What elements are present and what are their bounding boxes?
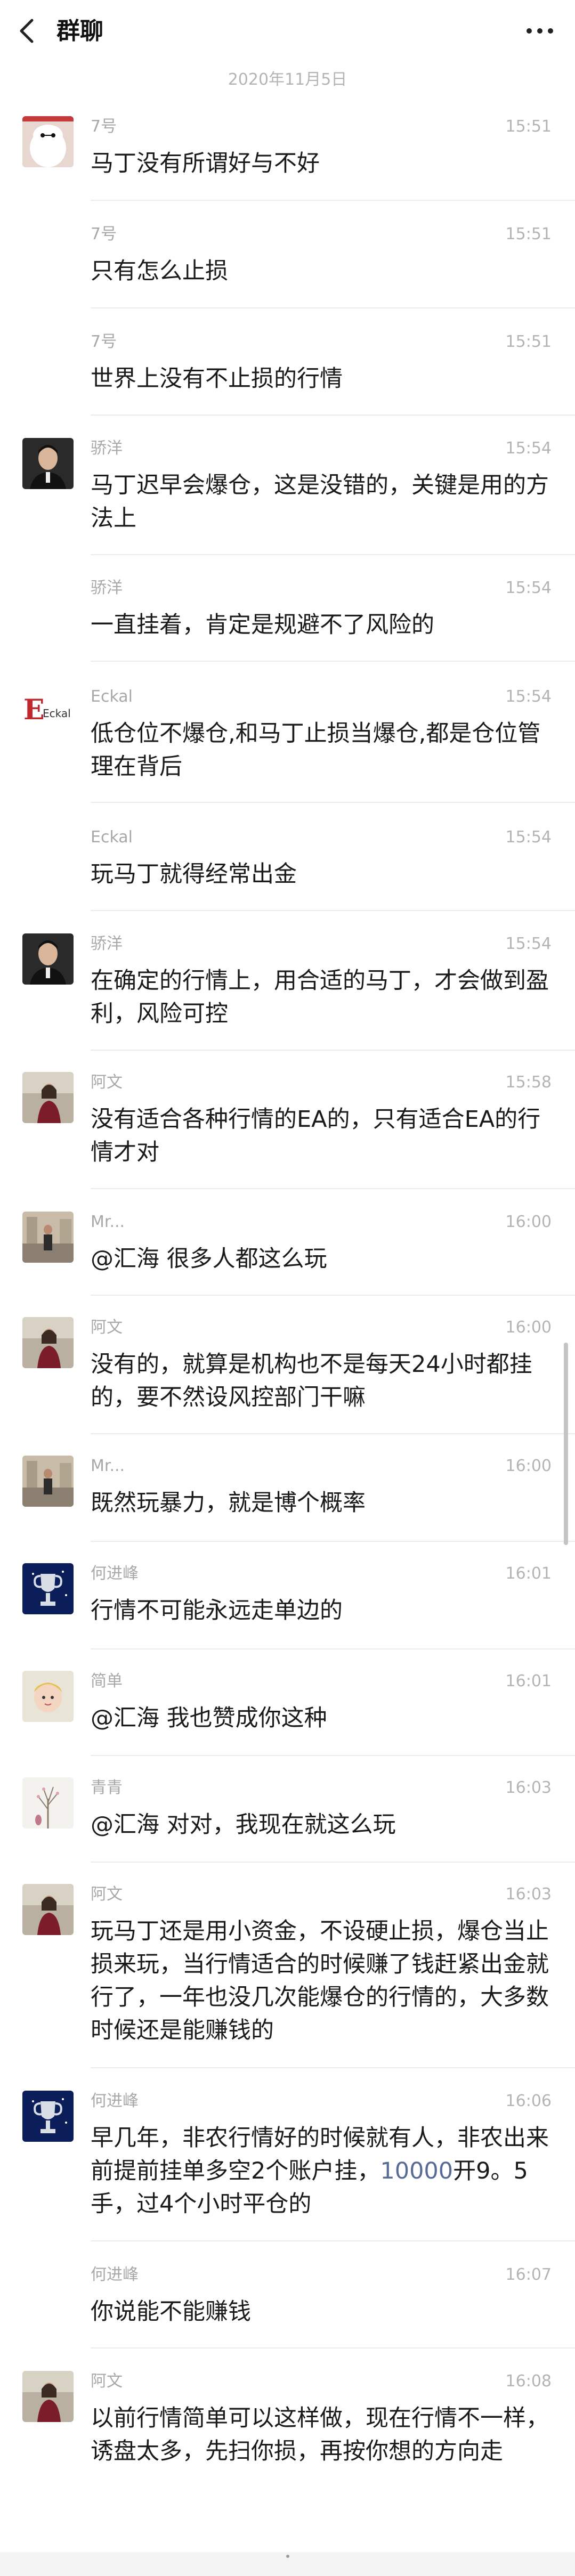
message-time: 16:01 — [505, 1672, 552, 1691]
message-time: 15:54 — [505, 934, 552, 953]
message-text[interactable]: 没有适合各种行情的EA的，只有适合EA的行情才对 — [91, 1103, 552, 1169]
message-text[interactable]: 马丁迟早会爆仓，这是没错的，关键是用的方法上 — [91, 469, 552, 535]
woman-photo-avatar[interactable] — [22, 1072, 74, 1123]
woman-photo-avatar[interactable] — [22, 1317, 74, 1368]
tree-photo-avatar[interactable] — [22, 1777, 74, 1829]
divider — [91, 1050, 575, 1051]
trophy-avatar[interactable] — [22, 1563, 74, 1614]
street-photo-avatar[interactable] — [22, 1456, 74, 1507]
man-portrait-avatar[interactable] — [22, 438, 74, 489]
message-text[interactable]: @汇海 很多人都这么玩 — [91, 1242, 552, 1275]
divider — [91, 1648, 575, 1649]
message-time: 15:54 — [505, 828, 552, 847]
sender-name: 阿文 — [91, 1073, 123, 1092]
message-time: 16:06 — [505, 2092, 552, 2110]
logo-text: Eckal — [43, 707, 71, 720]
divider — [91, 2347, 575, 2349]
message-time: 16:08 — [505, 2372, 552, 2391]
man-portrait-avatar[interactable] — [22, 933, 74, 985]
message-time: 15:51 — [505, 225, 552, 243]
sender-name: 简单 — [91, 1672, 123, 1691]
message-text[interactable]: 没有的，就算是机构也不是每天24小时都挂的，要不然设风控部门干嘛 — [91, 1348, 552, 1414]
message-text[interactable]: 低仓位不爆仓,和马丁止损当爆仓,都是仓位管理在背后 — [91, 717, 552, 783]
message-time: 15:58 — [505, 1073, 552, 1092]
sender-name: Eckal — [91, 828, 133, 847]
sender-name: 何进峰 — [91, 1564, 139, 1583]
sender-name: 骄洋 — [91, 934, 123, 953]
sender-name: 7号 — [91, 225, 117, 243]
sender-name: Mr... — [91, 1457, 125, 1475]
sender-name: 骄洋 — [91, 579, 123, 597]
back-arrow-icon[interactable] — [17, 17, 38, 45]
baby-photo-avatar[interactable] — [22, 1671, 74, 1722]
sender-name: 7号 — [91, 332, 117, 351]
sender-name: 何进峰 — [91, 2265, 139, 2284]
message-time: 15:51 — [505, 332, 552, 351]
sender-name: Mr... — [91, 1213, 125, 1231]
message-text[interactable]: @汇海 对对，我现在就这么玩 — [91, 1808, 552, 1841]
divider — [91, 2240, 575, 2241]
divider — [91, 307, 575, 308]
message-text[interactable]: 马丁没有所谓好与不好 — [91, 147, 552, 180]
message-time: 16:00 — [505, 1457, 552, 1475]
woman-photo-avatar[interactable] — [22, 2371, 74, 2422]
divider — [91, 1188, 575, 1189]
message-time: 16:07 — [505, 2265, 552, 2284]
street-photo-avatar[interactable] — [22, 1212, 74, 1263]
scrollbar-thumb[interactable] — [564, 1343, 568, 1545]
sender-name: 何进峰 — [91, 2092, 139, 2110]
divider — [91, 1433, 575, 1434]
date-separator: 2020年11月5日 — [228, 70, 347, 89]
message-time: 15:54 — [505, 579, 552, 597]
sender-name: 骄洋 — [91, 439, 123, 458]
divider — [91, 415, 575, 416]
message-time: 16:00 — [505, 1213, 552, 1231]
message-time: 16:03 — [505, 1885, 552, 1904]
divider — [91, 200, 575, 201]
message-text[interactable]: 在确定的行情上，用合适的马丁，才会做到盈利，风险可控 — [91, 964, 552, 1030]
woman-photo-avatar[interactable] — [22, 1884, 74, 1935]
sender-name: 阿文 — [91, 1318, 123, 1337]
sender-name: 7号 — [91, 117, 117, 136]
trophy-avatar[interactable] — [22, 2091, 74, 2142]
message-time: 15:51 — [505, 117, 552, 136]
message-text[interactable]: 既然玩暴力，就是博个概率 — [91, 1486, 552, 1519]
divider — [91, 802, 575, 803]
sender-name: 青青 — [91, 1778, 123, 1797]
baymax-avatar[interactable] — [22, 116, 74, 167]
message-text[interactable]: 只有怎么止损 — [91, 255, 552, 288]
page-indicator-dot — [286, 2555, 289, 2558]
chat-title: 群聊 — [56, 18, 103, 45]
message-text[interactable]: 行情不可能永远走单边的 — [91, 1594, 552, 1627]
divider — [91, 1862, 575, 1863]
message-time: 15:54 — [505, 439, 552, 458]
divider — [91, 1755, 575, 1756]
message-text[interactable]: 玩马丁就得经常出金 — [91, 858, 552, 891]
message-text[interactable]: 一直挂着，肯定是规避不了风险的 — [91, 608, 552, 641]
message-time: 16:01 — [505, 1564, 552, 1583]
divider — [91, 2067, 575, 2068]
divider — [91, 661, 575, 662]
divider — [91, 910, 575, 911]
message-text[interactable]: 玩马丁还是用小资金，不设硬止损，爆仓当止损来玩，当行情适合的时候赚了钱赶紧出金就… — [91, 1915, 552, 2047]
divider — [91, 1295, 575, 1296]
divider — [91, 1541, 575, 1542]
more-options-icon[interactable] — [524, 21, 556, 40]
message-time: 16:00 — [505, 1318, 552, 1337]
message-text[interactable]: @汇海 我也赞成你这种 — [91, 1702, 552, 1735]
sender-name: Eckal — [91, 687, 133, 706]
sender-name: 阿文 — [91, 2372, 123, 2391]
message-text[interactable]: 早几年，非农行情好的时候就有人，非农出来前提前挂单多空2个账户挂，10000开9… — [91, 2122, 552, 2221]
message-text[interactable]: 以前行情简单可以这样做，现在行情不一样，诱盘太多，先扫你损，再按你想的方向走 — [91, 2402, 552, 2468]
message-text[interactable]: 你说能不能赚钱 — [91, 2295, 552, 2328]
svg-text:E: E — [23, 694, 45, 726]
message-time: 15:54 — [505, 687, 552, 706]
sender-name: 阿文 — [91, 1885, 123, 1904]
message-text[interactable]: 世界上没有不止损的行情 — [91, 362, 552, 395]
phone-number-link[interactable]: 10000 — [380, 2158, 453, 2184]
eckal-logo-avatar[interactable]: E Eckal — [22, 686, 74, 737]
message-time: 16:03 — [505, 1778, 552, 1797]
chat-header: 群聊 — [0, 0, 575, 63]
divider — [91, 554, 575, 555]
